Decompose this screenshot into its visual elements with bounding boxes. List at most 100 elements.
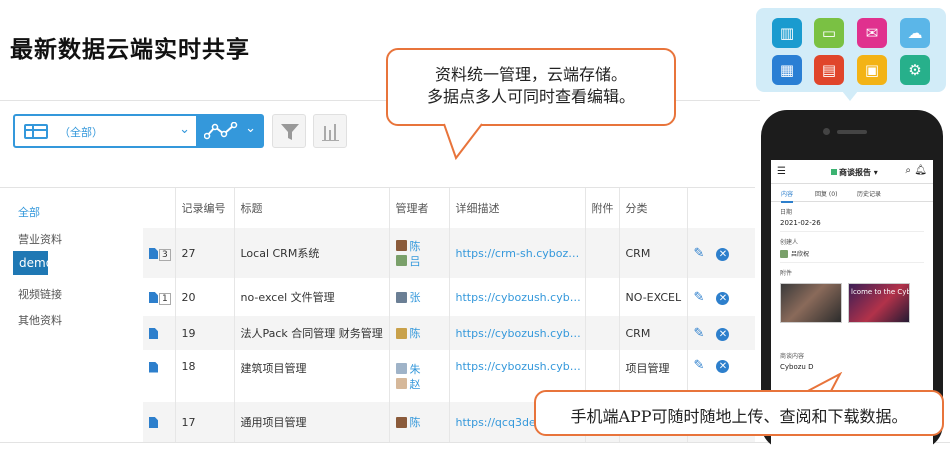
manager[interactable]: 朱 bbox=[395, 361, 449, 376]
contact-app-icon: ▣ bbox=[857, 55, 887, 85]
delete-icon[interactable]: ✕ bbox=[716, 291, 730, 305]
date-value: 2021-02-26 bbox=[780, 219, 924, 232]
manager[interactable]: 陈 bbox=[395, 238, 449, 253]
edit-icon[interactable]: ✎ bbox=[694, 326, 705, 341]
mobile-callout: 手机端APP可随时随地上传、查阅和下载数据。 bbox=[534, 390, 944, 436]
speaker-icon bbox=[837, 130, 867, 134]
sidebar-item-video[interactable]: 视频链接 bbox=[12, 284, 68, 304]
record-id: 20 bbox=[175, 278, 235, 316]
document-icon[interactable] bbox=[149, 328, 158, 339]
record-title: 法人Pack 合同管理 财务管理 bbox=[234, 316, 390, 350]
creator-value: 吕欣祝 bbox=[780, 249, 924, 263]
column-header-id[interactable]: 记录编号 bbox=[175, 188, 235, 228]
attachment-photos: lcome to the Cyb bbox=[780, 283, 933, 323]
app-header: ☰ 商谈报告 ▾ ⌕ 🔔︎ bbox=[771, 160, 933, 184]
app-title[interactable]: 商谈报告 ▾ bbox=[831, 167, 878, 178]
avatar bbox=[395, 255, 407, 266]
description-link[interactable]: https://cybozush.cybo... bbox=[449, 316, 586, 350]
manager[interactable]: 陈 bbox=[395, 326, 449, 341]
document-icon[interactable] bbox=[149, 292, 158, 303]
tab-replies[interactable]: 回复 (0) bbox=[815, 189, 837, 198]
record-title: 通用项目管理 bbox=[234, 402, 390, 442]
chevron-down-icon: ⌄ bbox=[245, 121, 256, 136]
record-id: 19 bbox=[175, 316, 235, 350]
column-header-attachment[interactable]: 附件 bbox=[585, 188, 620, 228]
filter-button[interactable] bbox=[272, 114, 306, 148]
document-icon[interactable] bbox=[149, 361, 158, 373]
avatar bbox=[395, 363, 407, 374]
record-category: CRM bbox=[619, 316, 688, 350]
record-category: NO-EXCEL bbox=[619, 278, 688, 316]
chat-app-icon: ▭ bbox=[814, 18, 844, 48]
callout-line: 资料统一管理，云端存储。 bbox=[434, 65, 627, 84]
attachment-label: 附件 bbox=[780, 270, 793, 277]
tab-history[interactable]: 历史记录 bbox=[857, 189, 881, 198]
avatar bbox=[395, 291, 407, 303]
record-title: Local CRM系统 bbox=[234, 228, 390, 278]
document-icon[interactable] bbox=[149, 417, 158, 428]
board-pointer bbox=[842, 91, 858, 101]
view-select-dropdown[interactable]: （全部） ⌄ bbox=[13, 114, 198, 148]
callout-tail bbox=[443, 123, 483, 161]
manager[interactable]: 吕 bbox=[395, 253, 449, 268]
tab-content[interactable]: 内容 bbox=[781, 189, 794, 203]
table-row[interactable]: 1 20 no-excel 文件管理 张 https://cybozush.cy… bbox=[143, 278, 755, 316]
table-row[interactable]: 3 27 Local CRM系统 陈 吕 https://crm-sh.cybo… bbox=[143, 228, 755, 278]
manager[interactable]: 陈 bbox=[395, 415, 449, 430]
avatar bbox=[780, 249, 788, 258]
app-tabs: 内容 回复 (0) 历史记录 bbox=[771, 184, 933, 203]
delete-icon[interactable]: ✕ bbox=[716, 247, 730, 261]
chevron-down-icon: ⌄ bbox=[179, 122, 190, 137]
view-select-label: （全部） bbox=[59, 126, 103, 139]
comment-count: 3 bbox=[159, 248, 171, 261]
photo-thumbnail[interactable]: lcome to the Cyb bbox=[848, 283, 910, 323]
callout-line: 手机端APP可随时随地上传、查阅和下载数据。 bbox=[570, 407, 908, 426]
callout-line: 多据点多人可同时查看编辑。 bbox=[426, 87, 635, 106]
content-label: 商谈内容 bbox=[780, 353, 805, 360]
sidebar-item-sales[interactable]: 营业资料 bbox=[12, 229, 68, 249]
description-link[interactable]: https://crm-sh.cybozu.... bbox=[449, 228, 586, 278]
sidebar-item-other[interactable]: 其他资料 bbox=[12, 310, 68, 330]
camera-icon bbox=[823, 128, 830, 135]
date-label: 日期 bbox=[780, 209, 793, 216]
record-title: no-excel 文件管理 bbox=[234, 278, 390, 316]
avatar bbox=[395, 327, 407, 339]
graph-button[interactable]: ⌄ bbox=[198, 114, 264, 148]
record-id: 17 bbox=[175, 402, 235, 442]
column-header-manager[interactable]: 管理者 bbox=[389, 188, 450, 228]
table-view-icon bbox=[24, 124, 48, 139]
page-title: 最新数据云端实时共享 bbox=[10, 36, 250, 63]
description-link[interactable]: https://cybozush.cybo... bbox=[449, 278, 586, 316]
document-icon[interactable] bbox=[149, 248, 158, 259]
table-row[interactable]: 19 法人Pack 合同管理 财务管理 陈 https://cybozush.c… bbox=[143, 316, 755, 350]
cloud-app-icon: ☁ bbox=[900, 18, 930, 48]
chart-button[interactable] bbox=[313, 114, 347, 148]
delete-icon[interactable]: ✕ bbox=[716, 360, 730, 373]
manager[interactable]: 张 bbox=[395, 290, 449, 305]
bar-chart-icon bbox=[322, 124, 339, 141]
filter-icon bbox=[281, 124, 299, 140]
column-header-title[interactable]: 标题 bbox=[234, 188, 390, 228]
delete-icon[interactable]: ✕ bbox=[716, 327, 730, 341]
bell-icon[interactable]: 🔔︎ bbox=[914, 165, 927, 176]
edit-icon[interactable]: ✎ bbox=[694, 358, 705, 373]
photo-thumbnail[interactable] bbox=[780, 283, 842, 323]
sidebar-item-demo[interactable]: demo bbox=[13, 251, 53, 275]
manager[interactable]: 赵 bbox=[395, 376, 449, 391]
comment-count: 1 bbox=[159, 292, 171, 305]
avatar bbox=[395, 240, 407, 251]
edit-icon[interactable]: ✎ bbox=[694, 246, 705, 261]
calendar-app-icon: ▦ bbox=[772, 55, 802, 85]
column-header-category[interactable]: 分类 bbox=[619, 188, 688, 228]
sidebar-item-all[interactable]: 全部 bbox=[12, 202, 46, 222]
avatar bbox=[395, 416, 407, 428]
menu-icon[interactable]: ☰ bbox=[777, 166, 786, 177]
attachment-cell bbox=[585, 228, 620, 278]
edit-icon[interactable]: ✎ bbox=[694, 290, 705, 305]
chart-app-icon: ▥ bbox=[772, 18, 802, 48]
search-icon[interactable]: ⌕ bbox=[905, 165, 911, 176]
column-header-description[interactable]: 详细描述 bbox=[449, 188, 586, 228]
record-id: 18 bbox=[175, 350, 235, 402]
feature-callout: 资料统一管理，云端存储。 多据点多人可同时查看编辑。 bbox=[386, 48, 676, 126]
record-title: 建筑项目管理 bbox=[234, 350, 390, 402]
